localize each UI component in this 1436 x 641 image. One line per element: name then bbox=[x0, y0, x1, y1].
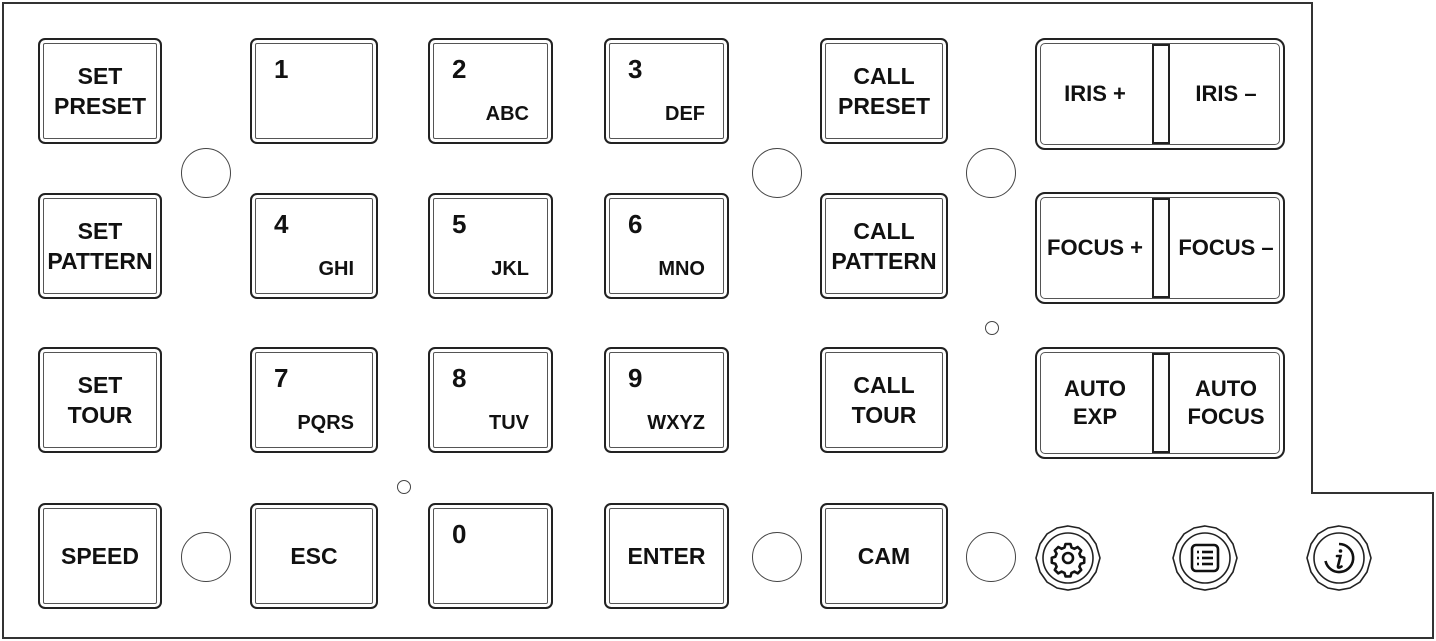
auto-exp-button[interactable]: AUTO EXP bbox=[1041, 349, 1149, 457]
call-tour-button[interactable]: CALL TOUR bbox=[820, 347, 948, 453]
auto-rocker: AUTO EXP AUTO FOCUS bbox=[1035, 347, 1285, 459]
call-preset-button[interactable]: CALL PRESET bbox=[820, 38, 948, 144]
digit-2-button[interactable]: 2 ABC bbox=[428, 38, 553, 144]
call-pattern-button[interactable]: CALL PATTERN bbox=[820, 193, 948, 299]
digit-label: 0 bbox=[452, 519, 467, 549]
digit-label: 1 bbox=[274, 54, 289, 84]
menu-button[interactable] bbox=[1172, 525, 1238, 591]
indicator-led bbox=[966, 532, 1016, 582]
letters-label: MNO bbox=[658, 258, 705, 280]
digit-label: 2 bbox=[452, 54, 467, 84]
digit-label: 8 bbox=[452, 363, 467, 393]
speed-button[interactable]: SPEED bbox=[38, 503, 162, 609]
focus-rocker: FOCUS + FOCUS – bbox=[1035, 192, 1285, 304]
status-led bbox=[397, 480, 411, 494]
digit-1-button[interactable]: 1 bbox=[250, 38, 378, 144]
digit-0-button[interactable]: 0 bbox=[428, 503, 553, 609]
digit-label: 4 bbox=[274, 209, 289, 239]
iris-plus-button[interactable]: IRIS + bbox=[1041, 40, 1149, 148]
indicator-led bbox=[966, 148, 1016, 198]
letters-label: JKL bbox=[491, 258, 529, 280]
digit-label: 6 bbox=[628, 209, 643, 239]
digit-5-button[interactable]: 5 JKL bbox=[428, 193, 553, 299]
digit-label: 5 bbox=[452, 209, 467, 239]
digit-label: 9 bbox=[628, 363, 643, 393]
set-tour-button[interactable]: SET TOUR bbox=[38, 347, 162, 453]
letters-label: GHI bbox=[318, 258, 354, 280]
rocker-divider bbox=[1152, 44, 1170, 144]
iris-rocker: IRIS + IRIS – bbox=[1035, 38, 1285, 150]
digit-8-button[interactable]: 8 TUV bbox=[428, 347, 553, 453]
digit-6-button[interactable]: 6 MNO bbox=[604, 193, 729, 299]
indicator-led bbox=[181, 532, 231, 582]
set-preset-button[interactable]: SET PRESET bbox=[38, 38, 162, 144]
letters-label: TUV bbox=[489, 412, 529, 434]
digit-4-button[interactable]: 4 GHI bbox=[250, 193, 378, 299]
esc-button[interactable]: ESC bbox=[250, 503, 378, 609]
letters-label: PQRS bbox=[297, 412, 354, 434]
auto-focus-button[interactable]: AUTO FOCUS bbox=[1173, 349, 1279, 457]
digit-9-button[interactable]: 9 WXYZ bbox=[604, 347, 729, 453]
status-led bbox=[985, 321, 999, 335]
letters-label: ABC bbox=[485, 103, 529, 125]
digit-label: 7 bbox=[274, 363, 289, 393]
cam-button[interactable]: CAM bbox=[820, 503, 948, 609]
indicator-led bbox=[181, 148, 231, 198]
settings-button[interactable] bbox=[1035, 525, 1101, 591]
letters-label: DEF bbox=[665, 103, 705, 125]
letters-label: WXYZ bbox=[647, 412, 705, 434]
enter-button[interactable]: ENTER bbox=[604, 503, 729, 609]
digit-3-button[interactable]: 3 DEF bbox=[604, 38, 729, 144]
rocker-divider bbox=[1152, 353, 1170, 453]
iris-minus-button[interactable]: IRIS – bbox=[1173, 40, 1279, 148]
set-pattern-button[interactable]: SET PATTERN bbox=[38, 193, 162, 299]
digit-7-button[interactable]: 7 PQRS bbox=[250, 347, 378, 453]
info-button[interactable] bbox=[1306, 525, 1372, 591]
rocker-divider bbox=[1152, 198, 1170, 298]
focus-minus-button[interactable]: FOCUS – bbox=[1173, 194, 1279, 302]
indicator-led bbox=[752, 148, 802, 198]
focus-plus-button[interactable]: FOCUS + bbox=[1041, 194, 1149, 302]
indicator-led bbox=[752, 532, 802, 582]
digit-label: 3 bbox=[628, 54, 643, 84]
